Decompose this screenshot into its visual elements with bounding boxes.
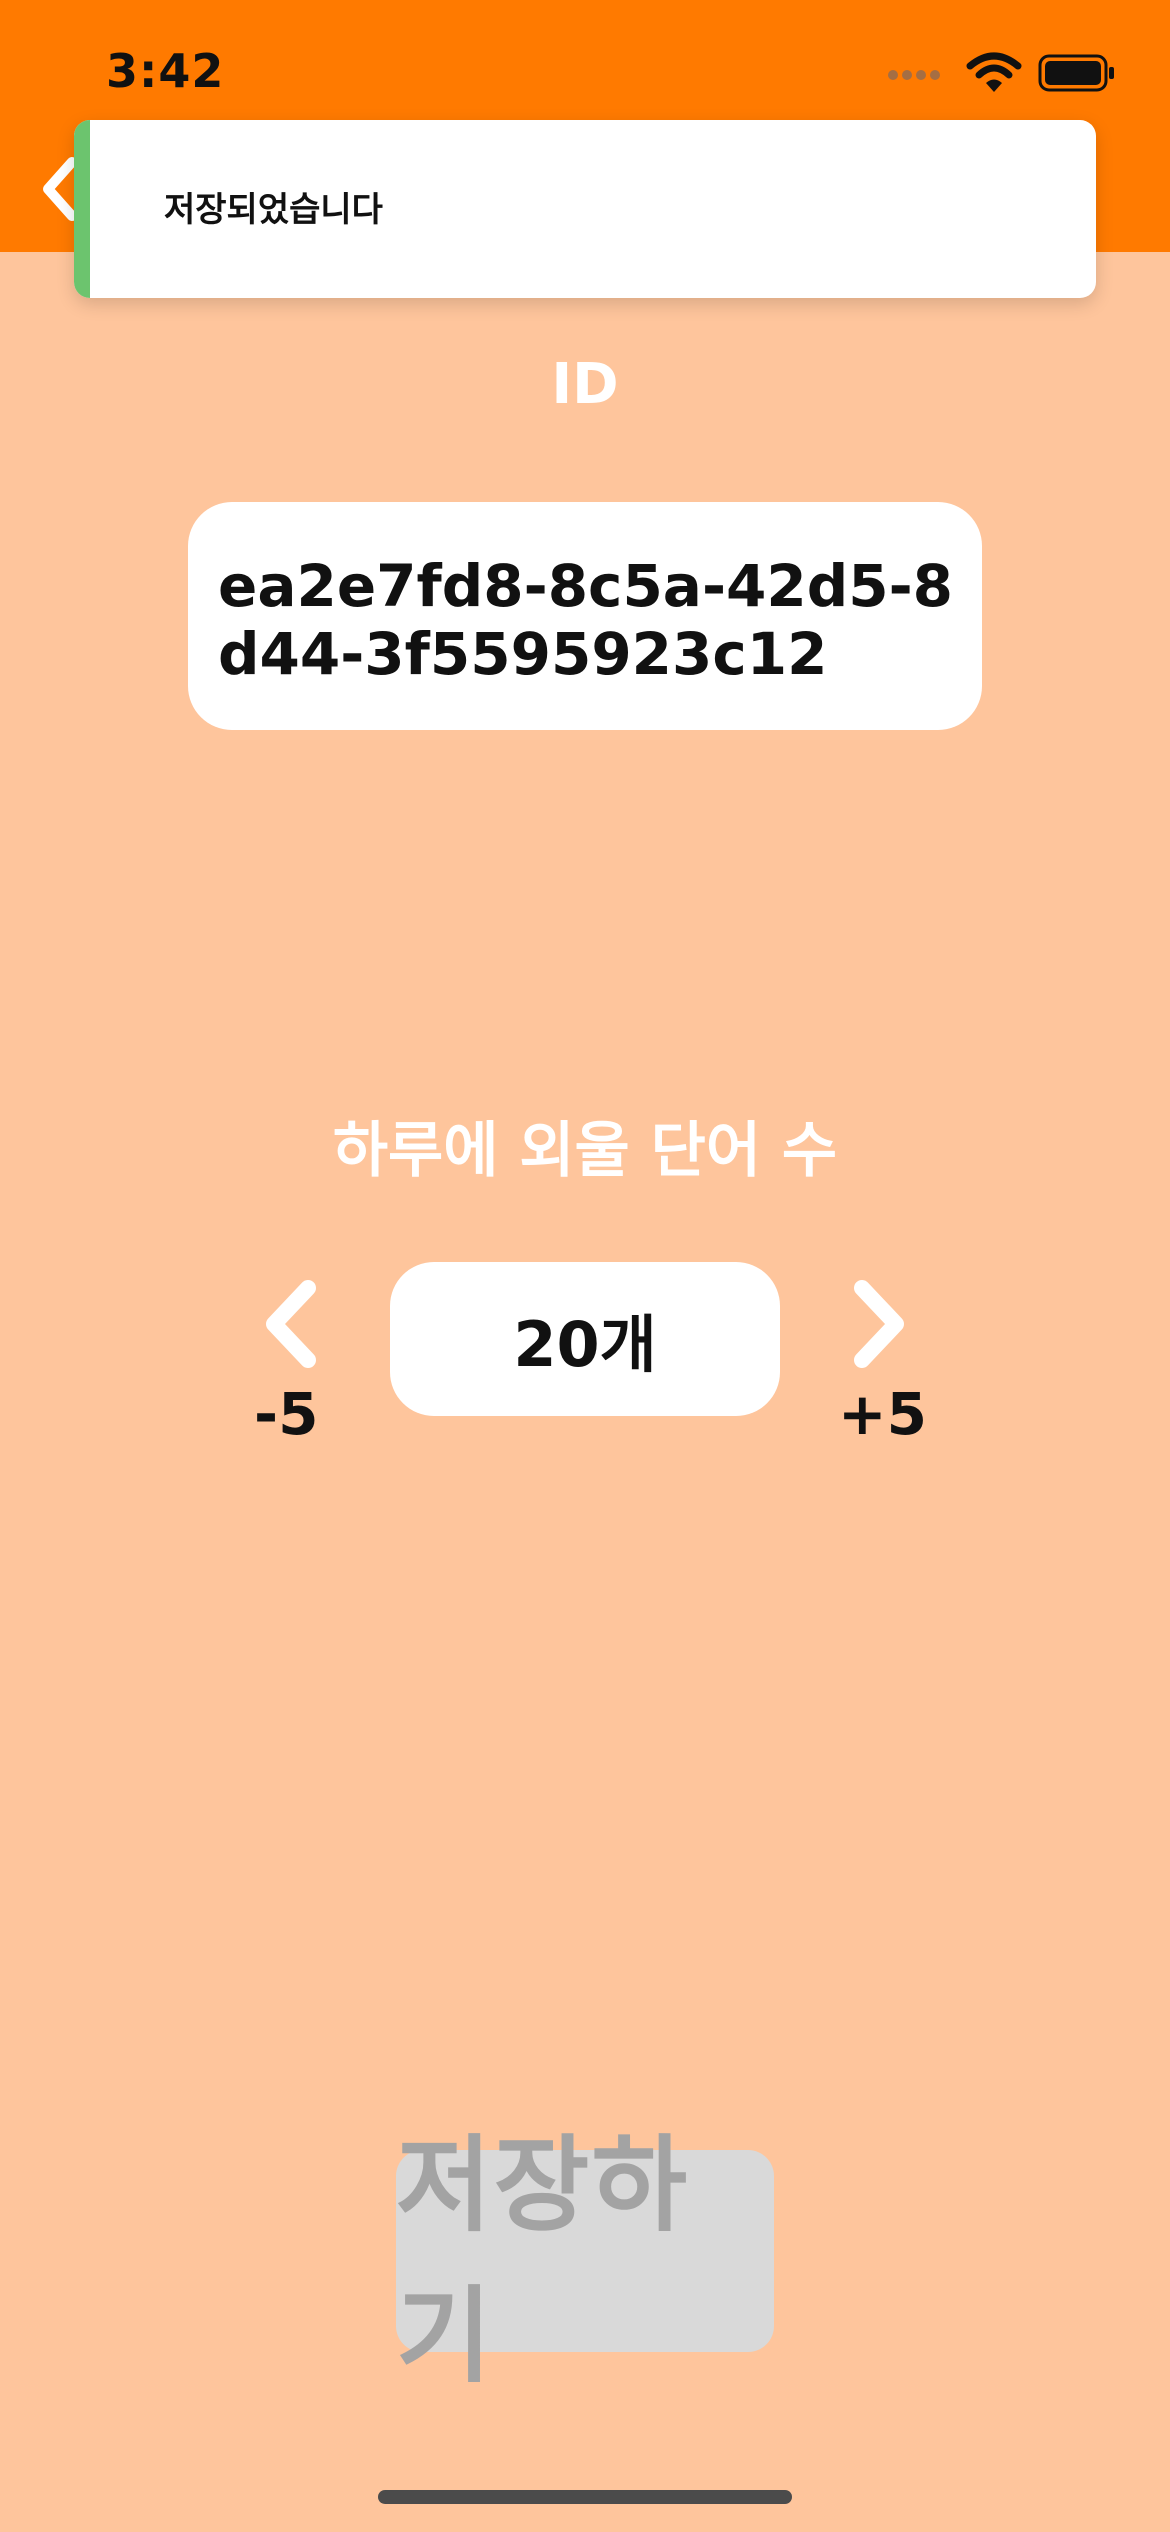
word-count-display: 20개 bbox=[390, 1262, 780, 1416]
words-per-day-label: 하루에 외울 단어 수 bbox=[332, 1116, 838, 1186]
status-time: 3:42 bbox=[106, 44, 225, 98]
id-value-box: ea2e7fd8-8c5a-42d5-8d44-3f5595923c12 bbox=[188, 502, 982, 730]
toast-message: 저장되었습니다 bbox=[164, 190, 383, 230]
save-button-label: 저장하기 bbox=[396, 2124, 690, 2397]
word-count-value: 20개 bbox=[513, 1308, 657, 1381]
id-label: ID bbox=[551, 352, 619, 417]
decrement-button[interactable] bbox=[260, 1276, 324, 1372]
decrement-label: -5 bbox=[254, 1380, 319, 1448]
home-indicator[interactable] bbox=[378, 2490, 792, 2504]
battery-icon bbox=[1038, 54, 1114, 92]
increment-label: +5 bbox=[838, 1380, 927, 1448]
save-button[interactable]: 저장하기 bbox=[396, 2124, 774, 2397]
cellular-signal-icon bbox=[888, 68, 948, 84]
toast-notification: 저장되었습니다 bbox=[74, 120, 1096, 298]
id-value: ea2e7fd8-8c5a-42d5-8d44-3f5595923c12 bbox=[218, 552, 954, 688]
status-icons bbox=[888, 52, 1118, 96]
wifi-icon bbox=[966, 52, 1022, 92]
increment-button[interactable] bbox=[846, 1276, 910, 1372]
toast-accent-bar bbox=[74, 120, 90, 298]
